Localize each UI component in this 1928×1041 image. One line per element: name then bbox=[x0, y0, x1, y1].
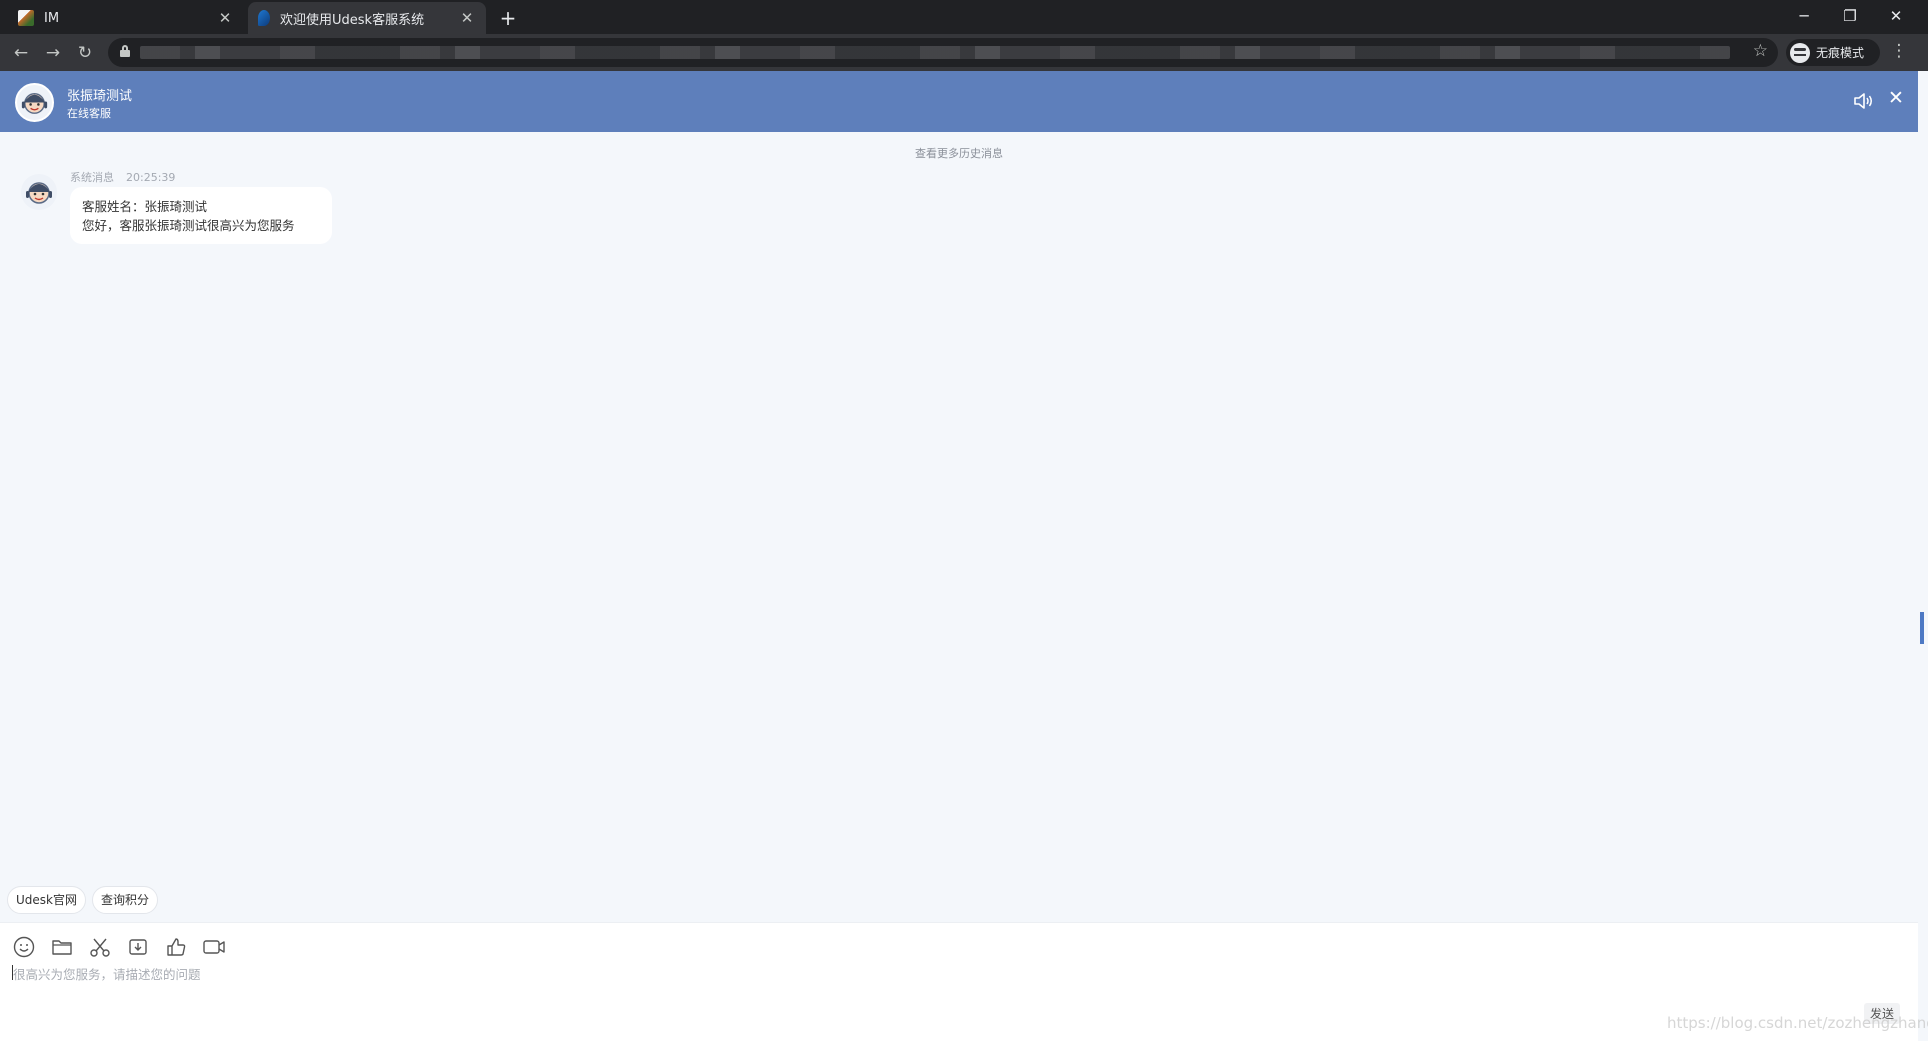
watermark: https://blog.csdn.net/zozhengzhang bbox=[1667, 1014, 1928, 1032]
emoji-icon[interactable] bbox=[12, 935, 36, 959]
tab-udesk[interactable]: 欢迎使用Udesk客服系统 ✕ bbox=[248, 2, 486, 34]
minimize-icon[interactable]: ─ bbox=[1784, 4, 1824, 28]
window-close-icon[interactable]: ✕ bbox=[1876, 4, 1916, 28]
close-icon[interactable]: ✕ bbox=[216, 9, 234, 27]
restore-icon[interactable]: ❐ bbox=[1830, 4, 1870, 28]
input-area: 很高兴为您服务，请描述您的问题 发送 https://blog.csdn.net… bbox=[0, 922, 1928, 1041]
incognito-label: 无痕模式 bbox=[1816, 46, 1865, 60]
view-history-link[interactable]: 查看更多历史消息 bbox=[0, 145, 1918, 161]
scrollbar-thumb[interactable] bbox=[1920, 612, 1924, 644]
back-arrow-icon[interactable]: ← bbox=[9, 41, 33, 65]
scissors-icon[interactable] bbox=[88, 935, 112, 959]
video-icon[interactable] bbox=[202, 935, 226, 959]
quick-buttons: Udesk官网 查询积分 bbox=[7, 886, 159, 914]
browser-tab-bar: IM ✕ 欢迎使用Udesk客服系统 ✕ + ─ ❐ ✕ bbox=[0, 0, 1928, 34]
tab-title: 欢迎使用Udesk客服系统 bbox=[280, 12, 425, 28]
download-icon[interactable] bbox=[126, 935, 150, 959]
agent-avatar-icon bbox=[26, 182, 52, 204]
close-icon[interactable]: ✕ bbox=[458, 9, 476, 27]
message-bubble: 客服姓名：张振琦测试 您好，客服张振琦测试很高兴为您服务 bbox=[70, 187, 332, 244]
tab-im[interactable]: IM ✕ bbox=[8, 2, 244, 34]
agent-status: 在线客服 bbox=[67, 107, 111, 120]
incognito-badge[interactable]: 无痕模式 bbox=[1786, 39, 1880, 66]
message-sender: 系统消息 bbox=[70, 171, 114, 184]
message-line: 您好，客服张振琦测试很高兴为您服务 bbox=[82, 218, 295, 233]
udesk-favicon-icon bbox=[258, 10, 270, 26]
close-chat-icon[interactable]: ✕ bbox=[1884, 87, 1908, 109]
thumbs-up-icon[interactable] bbox=[164, 935, 188, 959]
tab-title: IM bbox=[44, 10, 60, 26]
message-time: 20:25:39 bbox=[126, 171, 176, 184]
system-avatar bbox=[21, 174, 57, 210]
chat-header: 张振琦测试 在线客服 ✕ bbox=[0, 71, 1918, 132]
folder-icon[interactable] bbox=[50, 935, 74, 959]
message-input[interactable]: 很高兴为您服务，请描述您的问题 bbox=[13, 964, 201, 983]
im-favicon-icon bbox=[18, 10, 34, 26]
bookmark-star-icon[interactable]: ☆ bbox=[1753, 41, 1768, 61]
incognito-icon bbox=[1790, 42, 1810, 63]
new-tab-icon[interactable]: + bbox=[496, 6, 520, 30]
lock-icon bbox=[120, 45, 130, 57]
reload-icon[interactable]: ↻ bbox=[73, 41, 97, 65]
browser-toolbar: ← → ↻ ☆ 无痕模式 ⋮ bbox=[0, 34, 1928, 71]
address-bar[interactable]: ☆ bbox=[108, 38, 1778, 67]
message-line: 客服姓名：张振琦测试 bbox=[82, 199, 208, 214]
blurred-url bbox=[140, 46, 1730, 59]
menu-dots-icon[interactable]: ⋮ bbox=[1890, 41, 1908, 61]
agent-avatar-icon bbox=[21, 93, 48, 114]
input-toolbar bbox=[12, 935, 226, 959]
message-list[interactable]: 查看更多历史消息 系统消息 20:25:39 客服姓名：张振琦测试 您好，客服张振… bbox=[0, 132, 1924, 922]
agent-avatar bbox=[15, 83, 54, 122]
quick-button-check-points[interactable]: 查询积分 bbox=[92, 886, 159, 914]
quick-button-udesk-site[interactable]: Udesk官网 bbox=[7, 886, 86, 914]
forward-arrow-icon[interactable]: → bbox=[41, 41, 65, 65]
message-meta: 系统消息 20:25:39 bbox=[70, 169, 175, 185]
speaker-icon[interactable] bbox=[1852, 90, 1874, 112]
agent-name: 张振琦测试 bbox=[67, 89, 133, 104]
